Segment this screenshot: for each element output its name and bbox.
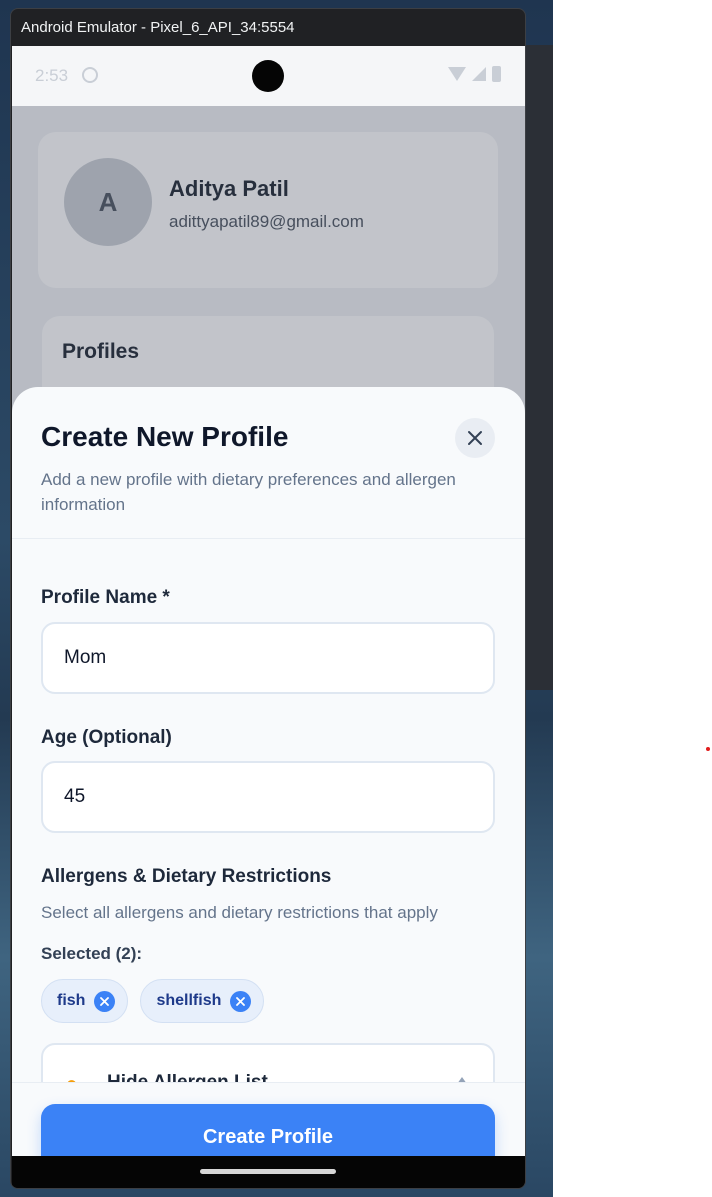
close-icon [236, 996, 246, 1006]
close-button[interactable] [455, 418, 495, 458]
sheet-title: Create New Profile [41, 421, 289, 452]
remove-chip-button[interactable] [94, 990, 116, 1012]
profile-name-label: Profile Name * [41, 587, 170, 608]
signal-icon [472, 67, 486, 81]
chip-label: fish [57, 992, 86, 1009]
allergens-helper: Select all allergens and dietary restric… [41, 903, 438, 922]
desktop-side-panel [525, 45, 553, 690]
close-icon [100, 996, 110, 1006]
navigation-bar [12, 1156, 525, 1188]
status-time: 2:53 [35, 66, 69, 85]
status-bar: 2:53 [12, 46, 525, 106]
camera-cutout [252, 60, 284, 92]
create-profile-sheet: Create New Profile Add a new profile wit… [12, 387, 525, 1156]
sheet-footer: Create Profile [12, 1082, 525, 1156]
selected-count-label: Selected (2): [41, 944, 143, 963]
wifi-icon [448, 67, 466, 81]
notification-icon [82, 67, 98, 83]
cursor-dot [706, 747, 710, 751]
allergens-heading: Allergens & Dietary Restrictions [41, 866, 332, 887]
selected-allergens: fish shellfish [41, 979, 265, 1023]
sheet-subtitle: Add a new profile with dietary preferenc… [41, 470, 456, 514]
allergen-chip-shellfish[interactable]: shellfish [140, 979, 265, 1023]
chip-label: shellfish [156, 992, 222, 1009]
profile-name-input[interactable] [41, 622, 495, 694]
emulator-window: Android Emulator - Pixel_6_API_34:5554 2… [10, 8, 526, 1189]
allergen-chip-fish[interactable]: fish [41, 979, 129, 1023]
device-screen: 2:53 A Aditya Patil adittyapatil89@gmail… [12, 46, 525, 1156]
remove-chip-button[interactable] [230, 990, 252, 1012]
battery-icon [492, 66, 501, 82]
window-title: Android Emulator - Pixel_6_API_34:5554 [21, 19, 295, 36]
sheet-header: Create New Profile Add a new profile wit… [12, 387, 525, 539]
create-profile-button[interactable]: Create Profile [41, 1104, 495, 1156]
status-icons [448, 66, 501, 82]
close-icon [468, 431, 482, 445]
age-input[interactable] [41, 761, 495, 833]
age-label: Age (Optional) [41, 727, 172, 748]
home-indicator[interactable] [200, 1169, 336, 1174]
